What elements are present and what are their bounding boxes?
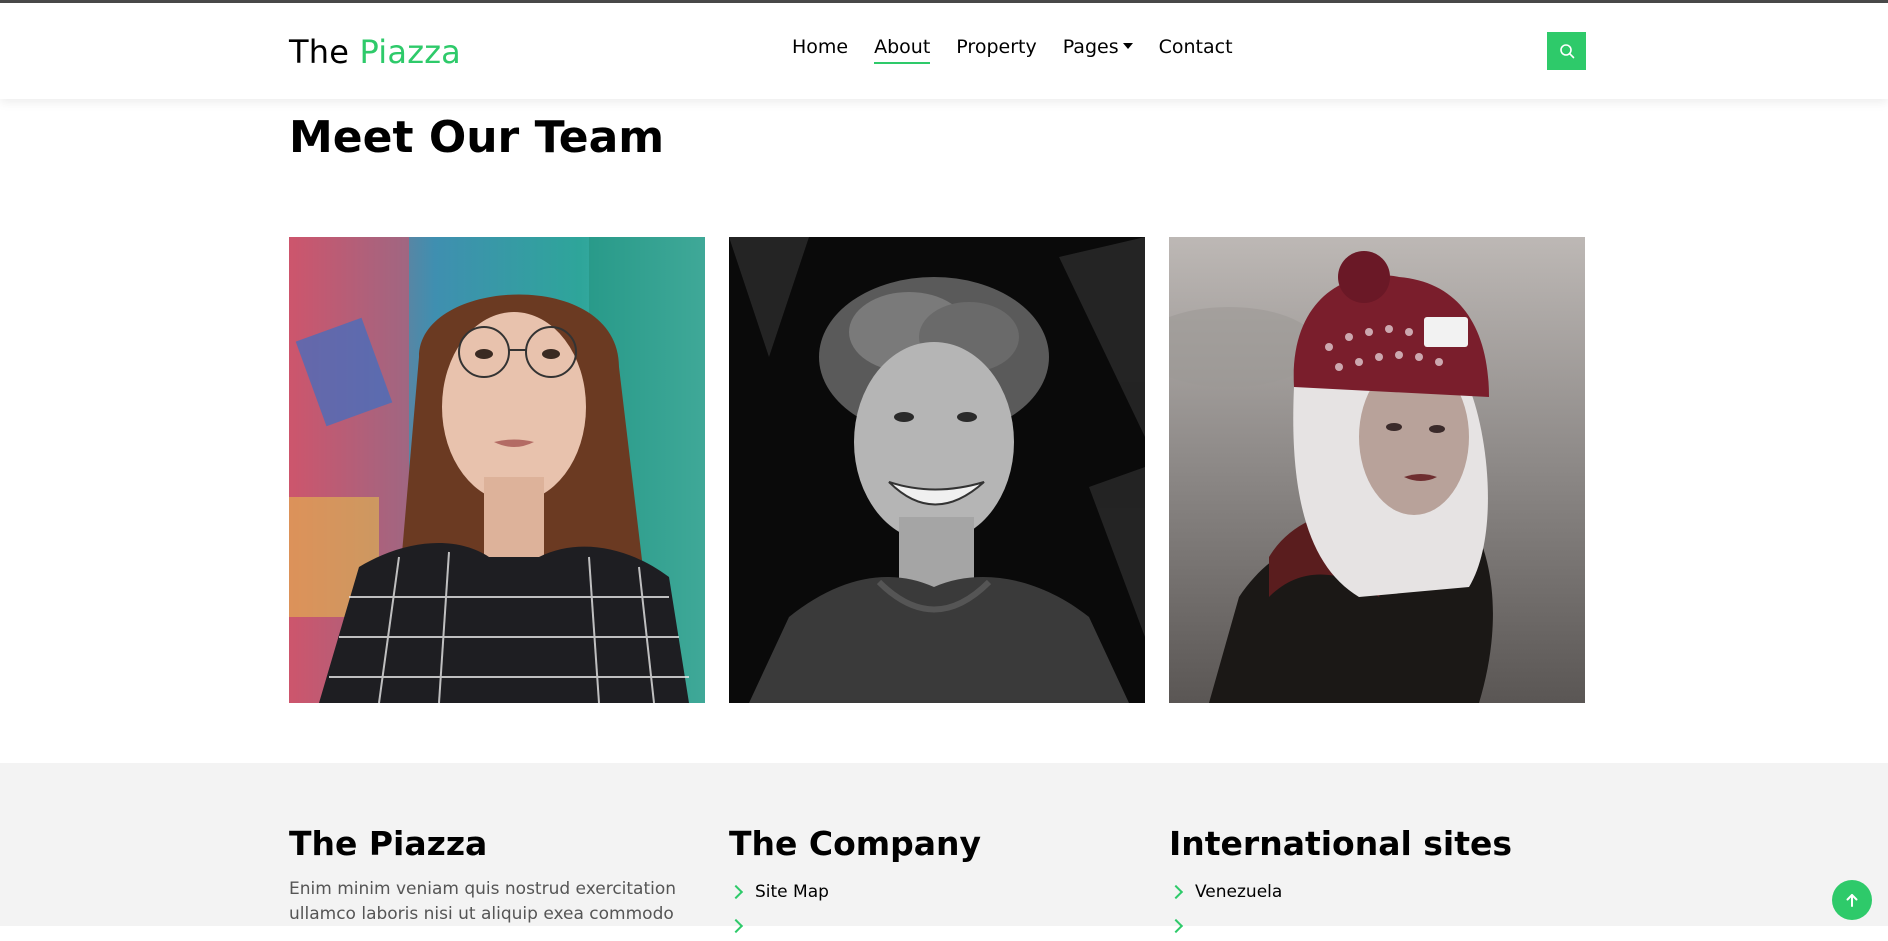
back-to-top-button[interactable] <box>1832 880 1872 920</box>
footer-international-item[interactable] <box>1168 911 1589 941</box>
footer-international-list: Venezuela <box>1168 877 1589 941</box>
footer-international-item-label: Venezuela <box>1195 882 1283 902</box>
site-footer: The Piazza Enim minim veniam quis nostru… <box>0 763 1888 934</box>
portrait-woman-glasses <box>289 237 705 703</box>
footer-col-about: The Piazza Enim minim veniam quis nostru… <box>289 824 709 927</box>
site-header: The Piazza Home About Property Pages Con… <box>0 3 1888 99</box>
main-nav: Home About Property Pages Contact <box>792 36 1259 64</box>
caret-down-icon <box>1122 42 1133 49</box>
nav-home[interactable]: Home <box>792 36 848 64</box>
site-logo[interactable]: The Piazza <box>289 33 461 71</box>
portrait-man-smiling <box>729 237 1145 703</box>
footer-company-item[interactable]: Site Map <box>728 877 1149 907</box>
footer-col-international-title: International sites <box>1169 824 1513 863</box>
chevron-right-icon <box>728 918 744 934</box>
team-photo-2[interactable] <box>729 237 1145 703</box>
chevron-right-icon <box>1168 884 1184 900</box>
logo-primary: The <box>289 33 350 71</box>
nav-pages[interactable]: Pages <box>1063 36 1133 64</box>
nav-contact[interactable]: Contact <box>1159 36 1233 64</box>
nav-pages-label: Pages <box>1062 36 1119 58</box>
arrow-up-icon <box>1846 894 1858 907</box>
search-button[interactable] <box>1547 32 1586 70</box>
chevron-right-icon <box>1168 918 1184 934</box>
section-title: Meet Our Team <box>289 112 665 163</box>
footer-col-company: The Company Site Map <box>728 824 1149 941</box>
nav-about[interactable]: About <box>874 36 931 64</box>
footer-col-company-title: The Company <box>729 824 982 863</box>
footer-col-international: International sites Venezuela <box>1168 824 1589 941</box>
chevron-right-icon <box>728 884 744 900</box>
footer-international-item[interactable]: Venezuela <box>1168 877 1589 907</box>
portrait-woman-beanie <box>1169 237 1585 703</box>
footer-col-about-title: The Piazza <box>289 824 488 863</box>
footer-company-list: Site Map <box>728 877 1149 941</box>
team-photo-3[interactable] <box>1169 237 1585 703</box>
logo-accent: Piazza <box>359 33 461 71</box>
team-photo-1[interactable] <box>289 237 705 703</box>
footer-company-item-label: Site Map <box>755 882 829 902</box>
footer-company-item[interactable] <box>728 911 1149 941</box>
nav-property[interactable]: Property <box>956 36 1036 64</box>
footer-col-about-text: Enim minim veniam quis nostrud exercitat… <box>289 879 677 924</box>
search-icon <box>1559 44 1574 59</box>
